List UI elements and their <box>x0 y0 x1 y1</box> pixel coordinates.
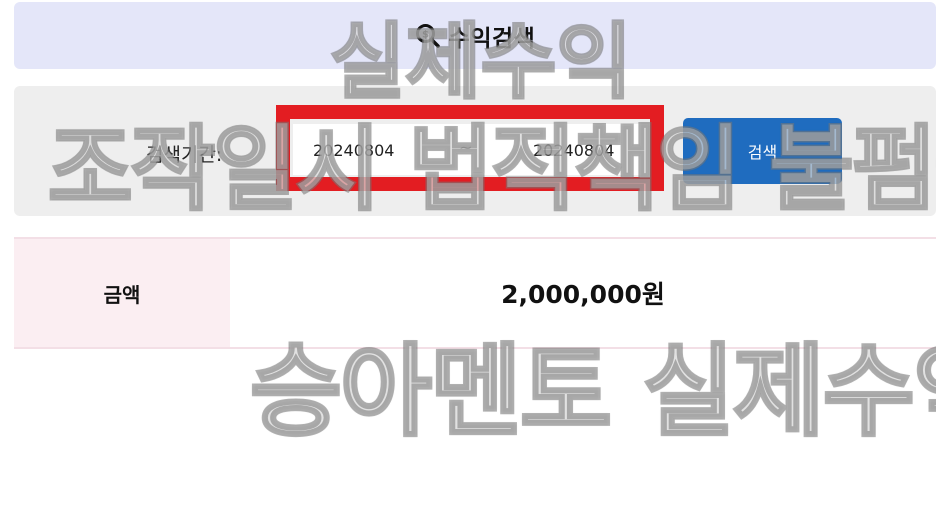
amount-value: 2,000,000원 <box>501 280 665 309</box>
page: $ 수익검색 검색기간: ~ 검색 금액 2,000,000원 실제수익 조작일… <box>0 0 936 526</box>
page-title: 수익검색 <box>448 25 536 52</box>
svg-text:$: $ <box>422 29 429 40</box>
search-period-label: 검색기간: <box>146 144 223 166</box>
result-row: 금액 2,000,000원 <box>14 237 936 349</box>
watermark-bottom: 승아멘토 실제수익 <box>249 333 936 450</box>
search-button[interactable]: 검색 <box>683 118 842 184</box>
highlight-box <box>276 105 664 191</box>
money-search-icon: $ <box>415 23 441 49</box>
header-bar: $ 수익검색 <box>14 2 936 69</box>
amount-label: 금액 <box>14 239 230 347</box>
